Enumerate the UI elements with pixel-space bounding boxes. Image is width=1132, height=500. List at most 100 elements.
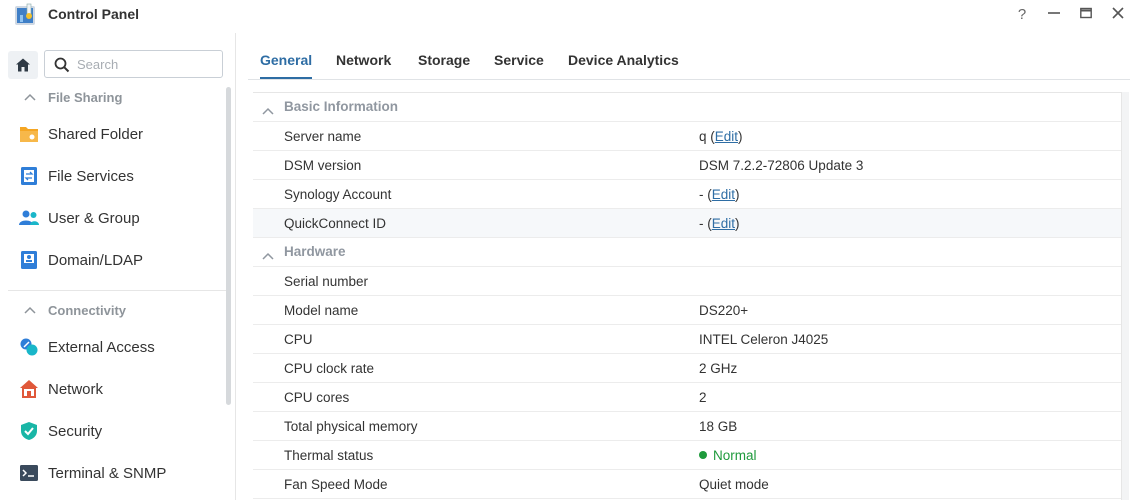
search-box: [44, 50, 223, 78]
server-name-value: q: [699, 129, 707, 144]
info-value: Quiet mode: [699, 477, 769, 492]
info-label: Model name: [284, 303, 359, 318]
search-input[interactable]: [77, 55, 217, 73]
info-label: Server name: [284, 129, 362, 144]
info-row-serial-number: Serial number: [253, 267, 1121, 296]
info-row-synology-account: Synology Account - (Edit): [253, 180, 1121, 209]
info-row-cpu-cores: CPU cores 2: [253, 383, 1121, 412]
group-hardware[interactable]: Hardware: [253, 238, 1121, 267]
shared-folder-icon: [18, 123, 40, 145]
sidebar-item-file-services[interactable]: File Services: [18, 163, 218, 189]
edit-server-name-link[interactable]: Edit: [715, 129, 738, 144]
section-title: Connectivity: [48, 302, 127, 318]
tab-bar: General Network Storage Service Device A…: [248, 42, 1130, 80]
thermal-status-value: Normal: [699, 448, 757, 463]
tab-network[interactable]: Network: [336, 52, 391, 79]
window-title: Control Panel: [48, 6, 140, 22]
search-icon: [54, 57, 70, 73]
group-title: Hardware: [284, 244, 346, 259]
sidebar-item-security[interactable]: Security: [18, 418, 218, 444]
tab-storage[interactable]: Storage: [418, 52, 470, 79]
shield-icon: [18, 420, 40, 442]
info-row-dsm-version: DSM version DSM 7.2.2-72806 Update 3: [253, 151, 1121, 180]
title-bar: Control Panel ?: [0, 0, 1132, 32]
sidebar-item-label: File Services: [48, 167, 134, 185]
chevron-up-icon: [262, 247, 274, 263]
info-value: DSM 7.2.2-72806 Update 3: [699, 158, 864, 173]
group-basic-information[interactable]: Basic Information: [253, 93, 1121, 122]
quickconnect-id-value: -: [699, 216, 704, 231]
info-label: Thermal status: [284, 448, 374, 463]
close-icon: [1112, 7, 1124, 19]
tab-service[interactable]: Service: [494, 52, 544, 79]
section-title: File Sharing: [48, 89, 123, 105]
info-value: - (Edit): [699, 187, 740, 202]
close-button[interactable]: [1106, 4, 1130, 26]
maximize-button[interactable]: [1074, 4, 1098, 26]
info-row-thermal-status: Thermal status Normal: [253, 441, 1121, 470]
group-title: Basic Information: [284, 99, 399, 114]
sidebar-item-external-access[interactable]: External Access: [18, 334, 218, 360]
control-panel-app-icon: [14, 3, 38, 27]
info-row-server-name: Server name q (Edit): [253, 122, 1121, 151]
info-label: CPU clock rate: [284, 361, 375, 376]
sidebar: File Sharing Shared Folder File Services…: [0, 33, 236, 500]
content-scrollbar[interactable]: [1121, 92, 1129, 500]
sidebar-item-label: Domain/LDAP: [48, 251, 144, 269]
sidebar-item-user-group[interactable]: User & Group: [18, 205, 218, 231]
info-label: CPU: [284, 332, 313, 347]
file-services-icon: [18, 165, 40, 187]
sidebar-item-label: External Access: [48, 338, 155, 356]
general-info-panel: Basic Information Server name q (Edit) D…: [253, 92, 1121, 500]
info-row-model-name: Model name DS220+: [253, 296, 1121, 325]
section-connectivity[interactable]: Connectivity: [24, 300, 126, 320]
sidebar-item-label: Terminal & SNMP: [48, 464, 167, 482]
info-label: DSM version: [284, 158, 362, 173]
info-value: DS220+: [699, 303, 749, 318]
info-row-cpu-clock-rate: CPU clock rate 2 GHz: [253, 354, 1121, 383]
info-value: 2: [699, 390, 707, 405]
sidebar-divider: [8, 290, 226, 291]
info-row-total-memory: Total physical memory 18 GB: [253, 412, 1121, 441]
info-label: Fan Speed Mode: [284, 477, 388, 492]
section-file-sharing[interactable]: File Sharing: [24, 87, 122, 107]
domain-ldap-icon: [18, 249, 40, 271]
minimize-icon: [1048, 12, 1060, 14]
user-group-icon: [18, 207, 40, 229]
info-value: - (Edit): [699, 216, 740, 231]
tab-device-analytics[interactable]: Device Analytics: [568, 52, 679, 79]
sidebar-item-label: Security: [48, 422, 103, 440]
synology-account-value: -: [699, 187, 704, 202]
status-dot-icon: [699, 451, 707, 459]
info-value: q (Edit): [699, 129, 743, 144]
sidebar-item-shared-folder[interactable]: Shared Folder: [18, 121, 218, 147]
terminal-icon: [18, 462, 40, 484]
maximize-icon: [1080, 7, 1092, 19]
info-row-quickconnect-id: QuickConnect ID - (Edit): [253, 209, 1121, 238]
sidebar-item-network[interactable]: Network: [18, 376, 218, 402]
home-button[interactable]: [8, 51, 38, 79]
sidebar-item-label: Shared Folder: [48, 125, 144, 143]
sidebar-scrollbar[interactable]: [226, 87, 231, 405]
edit-quickconnect-id-link[interactable]: Edit: [712, 216, 735, 231]
info-label: Serial number: [284, 274, 369, 289]
sidebar-item-label: User & Group: [48, 209, 140, 227]
info-value: 2 GHz: [699, 361, 738, 376]
sidebar-item-label: Network: [48, 380, 104, 398]
external-access-icon: [18, 336, 40, 358]
info-label: CPU cores: [284, 390, 350, 405]
edit-synology-account-link[interactable]: Edit: [712, 187, 735, 202]
info-row-cpu: CPU INTEL Celeron J4025: [253, 325, 1121, 354]
info-label: Synology Account: [284, 187, 392, 202]
info-row-fan-speed-mode: Fan Speed Mode Quiet mode: [253, 470, 1121, 499]
sidebar-item-terminal-snmp[interactable]: Terminal & SNMP: [18, 460, 218, 486]
info-value: INTEL Celeron J4025: [699, 332, 829, 347]
sidebar-item-domain-ldap[interactable]: Domain/LDAP: [18, 247, 218, 273]
chevron-up-icon: [24, 93, 36, 101]
minimize-button[interactable]: [1042, 4, 1066, 26]
info-label: Total physical memory: [284, 419, 418, 434]
help-button[interactable]: ?: [1010, 4, 1034, 26]
info-value: 18 GB: [699, 419, 738, 434]
chevron-up-icon: [24, 306, 36, 314]
tab-general[interactable]: General: [260, 52, 313, 79]
